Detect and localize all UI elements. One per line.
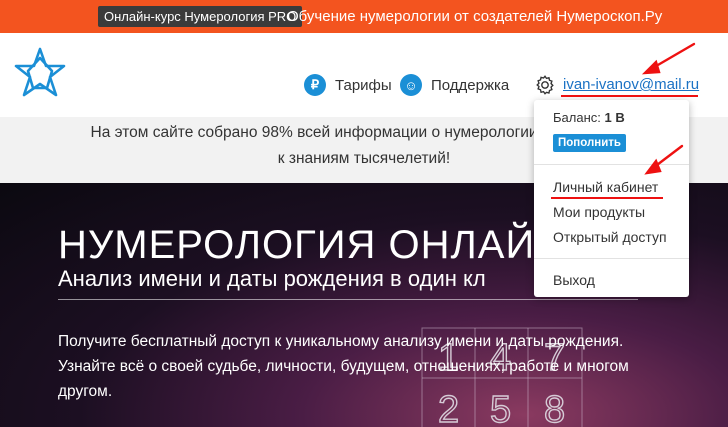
nav-tariffs[interactable]: ₽ Тарифы bbox=[304, 73, 392, 97]
menu-item-personal-account[interactable]: Личный кабинет bbox=[553, 179, 658, 195]
grid-number: 8 bbox=[544, 389, 565, 427]
hero-divider bbox=[58, 299, 638, 300]
logo-star-icon[interactable] bbox=[12, 46, 68, 102]
nav-support[interactable]: ☺ Поддержка bbox=[400, 73, 509, 97]
menu-divider bbox=[534, 258, 689, 259]
grid-number: 5 bbox=[490, 389, 511, 427]
ruble-icon: ₽ bbox=[304, 74, 326, 96]
balance-text: Баланс: 1 B bbox=[553, 110, 625, 125]
menu-item-open-access[interactable]: Открытый доступ bbox=[553, 229, 667, 245]
topup-button[interactable]: Пополнить bbox=[553, 134, 626, 152]
promo-text[interactable]: Обучение нумерологии от создателей Нумер… bbox=[287, 7, 662, 26]
hero-subtitle: Анализ имени и даты рождения в один кл bbox=[58, 266, 486, 291]
balance-label: Баланс: bbox=[553, 110, 601, 125]
annotation-underline-email bbox=[561, 95, 698, 97]
promo-bar[interactable]: Онлайн-курс Нумерология PRO Обучение нум… bbox=[0, 0, 728, 33]
hero-description-line-1: Получите бесплатный доступ к уникальному… bbox=[58, 333, 624, 350]
annotation-underline-account bbox=[551, 197, 663, 199]
promo-badge[interactable]: Онлайн-курс Нумерология PRO bbox=[98, 6, 303, 27]
menu-item-logout[interactable]: Выход bbox=[553, 272, 595, 288]
hero-description-line-2: Узнайте всё о своей судьбе, личности, бу… bbox=[58, 358, 629, 375]
nav-support-label: Поддержка bbox=[431, 76, 510, 94]
nav-tariffs-label: Тарифы bbox=[335, 76, 392, 94]
hero-title: НУМЕРОЛОГИЯ ОНЛАЙ bbox=[58, 223, 536, 267]
menu-item-my-products[interactable]: Мои продукты bbox=[553, 204, 645, 220]
gear-icon[interactable] bbox=[534, 74, 556, 96]
hero-description-line-3: другом. bbox=[58, 383, 113, 400]
menu-divider bbox=[534, 164, 689, 165]
user-email-link[interactable]: ivan-ivanov@mail.ru bbox=[563, 76, 699, 93]
balance-value: 1 B bbox=[604, 110, 625, 125]
support-icon: ☺ bbox=[400, 74, 422, 96]
grid-number: 2 bbox=[438, 389, 459, 427]
